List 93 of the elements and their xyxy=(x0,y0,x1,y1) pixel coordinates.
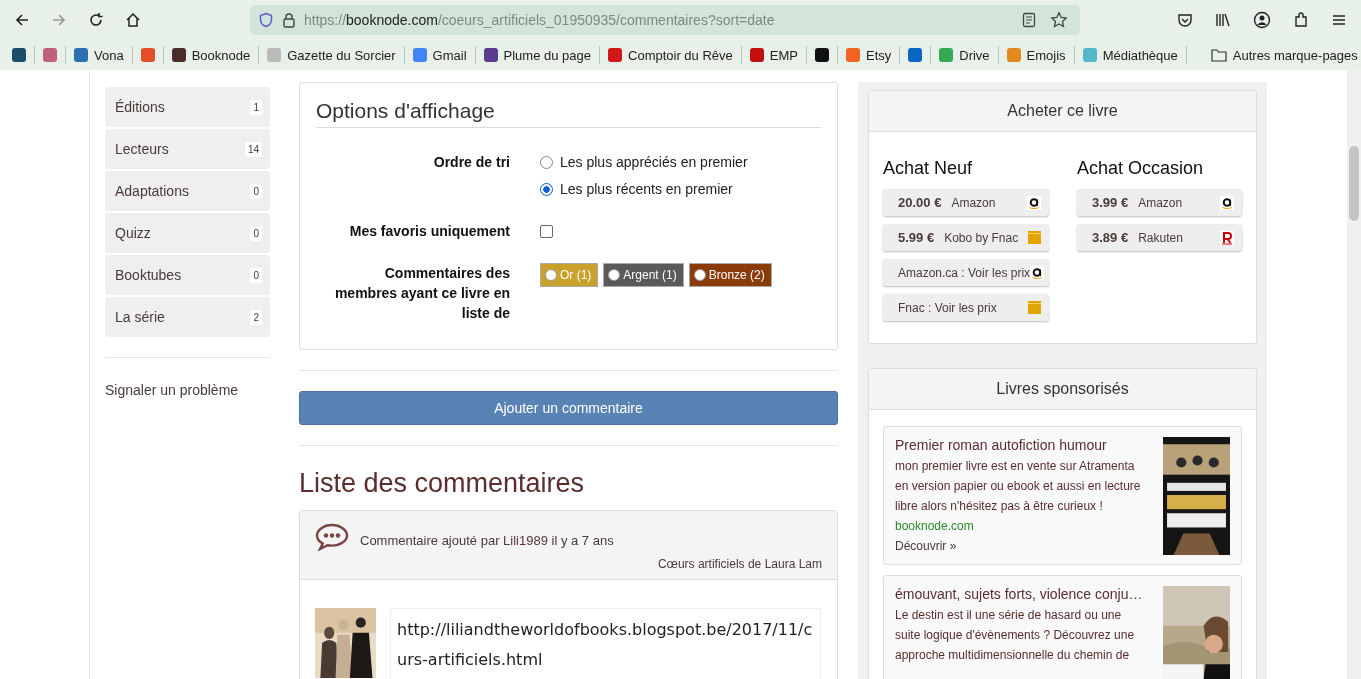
bookmark-icon xyxy=(749,48,764,62)
bookmarks-folder[interactable]: Autres marque-pages xyxy=(1210,47,1358,63)
url-text: https://booknode.com/coeurs_artificiels_01950935/commentaires?sort=date xyxy=(304,12,775,28)
folder-icon xyxy=(1210,48,1227,62)
count-badge: 2 xyxy=(250,309,262,325)
bookmark[interactable]: Drive xyxy=(939,47,990,63)
sponsored-title: émouvant, sujets forts, violence conju… xyxy=(895,586,1144,602)
card-title: Livres sponsorisés xyxy=(869,369,1256,410)
bookmark-icon xyxy=(267,48,282,62)
bookmark-icon[interactable] xyxy=(814,48,829,62)
shield-icon[interactable] xyxy=(258,12,274,28)
column-heading: Achat Occasion xyxy=(1077,158,1205,179)
extensions-icon[interactable] xyxy=(1293,12,1309,28)
sidebar-item[interactable]: La série 2 xyxy=(105,297,270,337)
add-comment-button[interactable]: Ajouter un commentaire xyxy=(299,391,838,425)
menu-icon[interactable] xyxy=(1331,12,1347,28)
account-icon[interactable] xyxy=(1253,11,1271,29)
reload-icon[interactable] xyxy=(88,12,104,28)
bookmark-icon xyxy=(1082,48,1097,62)
count-badge: 1 xyxy=(250,99,262,115)
offer-button[interactable]: Amazon.ca : Voir les prix xyxy=(883,259,1049,286)
bookmark-icon xyxy=(608,48,622,62)
library-icon[interactable] xyxy=(1215,12,1231,28)
sponsored-item[interactable]: Premier roman autofiction humour mon premier livre est en vente sur Atramenta en version papier ou ebook et aussi en lecture libre alors n'hésitez pas à être curieux ! booknode.com Découvrir » xyxy=(883,426,1242,565)
amazon-logo-icon xyxy=(1220,195,1234,210)
report-link[interactable]: Signaler un problème xyxy=(105,382,270,398)
sponsored-description: Le destin est il une série de hasard ou une suite logique d'évènements ? Découvrez une approche multidimensionnelle du chemin de xyxy=(895,607,1136,664)
fnac-logo-icon xyxy=(1028,301,1041,314)
offer-button[interactable]: 20.00 € Amazon xyxy=(883,189,1049,216)
sponsored-description: mon premier livre est en vente sur Atramenta en version papier ou ebook et aussi en lecture libre alors n'hésitez pas à être curieux ! xyxy=(895,458,1142,515)
bookmark[interactable]: Plume du page xyxy=(483,47,591,63)
sidebar-item[interactable]: Éditions 1 xyxy=(105,87,270,127)
lock-icon xyxy=(282,12,296,28)
list-filter-toggle[interactable]: Bronze (2) xyxy=(688,263,772,287)
bookmark-icon xyxy=(412,48,427,62)
card-title: Acheter ce livre xyxy=(869,91,1256,132)
bookmark-icon xyxy=(171,48,186,62)
offer-button[interactable]: Fnac : Voir les prix xyxy=(883,294,1049,321)
sidebar-item[interactable]: Booktubes 0 xyxy=(105,255,270,295)
home-icon[interactable] xyxy=(125,12,141,28)
sidebar-item[interactable]: Adaptations 0 xyxy=(105,171,270,211)
back-icon[interactable] xyxy=(14,12,30,28)
bookmark[interactable]: Emojis xyxy=(1006,47,1066,63)
bookmark[interactable]: Médiathèque xyxy=(1082,47,1178,63)
bookmark[interactable]: EMP xyxy=(749,47,798,63)
bookmark-icon xyxy=(74,48,88,62)
address-bar[interactable]: https://booknode.com/coeurs_artificiels_01950935/commentaires?sort=date xyxy=(250,5,1080,35)
section-title: Options d'affichage xyxy=(316,99,821,128)
bookmark[interactable]: Comptoir du Rêve xyxy=(608,47,733,63)
pocket-icon[interactable] xyxy=(1177,12,1193,28)
rakuten-logo-icon xyxy=(1220,230,1234,245)
amazon-logo-icon xyxy=(1030,265,1045,280)
bookmark[interactable]: Gazette du Sorcier xyxy=(267,47,396,63)
comment-text: http://liliandtheworldofbooks.blogspot.be/2017/11/curs-artificiels.html xyxy=(390,608,821,679)
offer-button[interactable]: 3.89 € Rakuten xyxy=(1077,224,1242,251)
sponsored-site: booknode.com xyxy=(895,518,975,535)
fnac-logo-icon xyxy=(1028,231,1041,244)
field-label: Mes favoris uniquement xyxy=(348,222,510,241)
bookmark-icon xyxy=(1006,48,1021,62)
discover-link[interactable]: Découvrir » xyxy=(895,536,1149,556)
bookmark-icon xyxy=(845,48,860,62)
sponsored-title: Premier roman autofiction humour xyxy=(895,437,1108,453)
list-filter-toggle[interactable]: Argent (1) xyxy=(603,263,684,287)
reader-view-icon[interactable] xyxy=(1022,12,1036,28)
comments-heading: Liste des commentaires xyxy=(299,467,586,500)
bookmark-icon xyxy=(939,48,954,62)
author-link[interactable]: Lili1989 xyxy=(503,532,548,548)
count-badge: 0 xyxy=(250,225,262,241)
field-label: Commentaires des membres ayant ce livre en liste de xyxy=(333,264,510,323)
bookmark[interactable]: Etsy xyxy=(845,47,892,63)
bookmark[interactable]: Gmail xyxy=(412,47,467,63)
sort-option[interactable]: Les plus récents en premier xyxy=(540,179,748,199)
favorites-checkbox[interactable] xyxy=(540,225,553,238)
bookmark[interactable]: Booknode xyxy=(171,47,251,63)
comment-byline: Commentaire ajouté par Lili1989 il y a 7 ans xyxy=(360,531,614,548)
bookmark[interactable]: Vona xyxy=(74,47,124,63)
sponsored-item[interactable]: émouvant, sujets forts, violence conju… Le destin est il une série de hasard ou une suite logique d'évènements ? Découvrez une approche multidimensionnelle du chemin de xyxy=(883,575,1242,679)
column-heading: Achat Neuf xyxy=(883,158,974,179)
sort-option[interactable]: Les plus appréciés en premier xyxy=(540,152,748,172)
offer-button[interactable]: 5.99 € Kobo by Fnac xyxy=(883,224,1049,251)
speech-bubble-icon xyxy=(315,523,349,551)
amazon-logo-icon xyxy=(1027,195,1041,210)
star-icon[interactable] xyxy=(1050,11,1068,29)
count-badge: 0 xyxy=(250,183,262,199)
field-label: Ordre de tri xyxy=(432,153,510,172)
offer-button[interactable]: 3.99 € Amazon xyxy=(1077,189,1242,216)
count-badge: 0 xyxy=(250,267,262,283)
sidebar-item[interactable]: Lecteurs 14 xyxy=(105,129,270,169)
count-badge: 14 xyxy=(244,141,262,157)
book-reference: Cœurs artificiels de Laura Lam xyxy=(657,557,822,571)
sidebar-item[interactable]: Quizz 0 xyxy=(105,213,270,253)
scrollbar-thumb[interactable] xyxy=(1349,146,1359,221)
bookmark-icon xyxy=(483,48,498,62)
